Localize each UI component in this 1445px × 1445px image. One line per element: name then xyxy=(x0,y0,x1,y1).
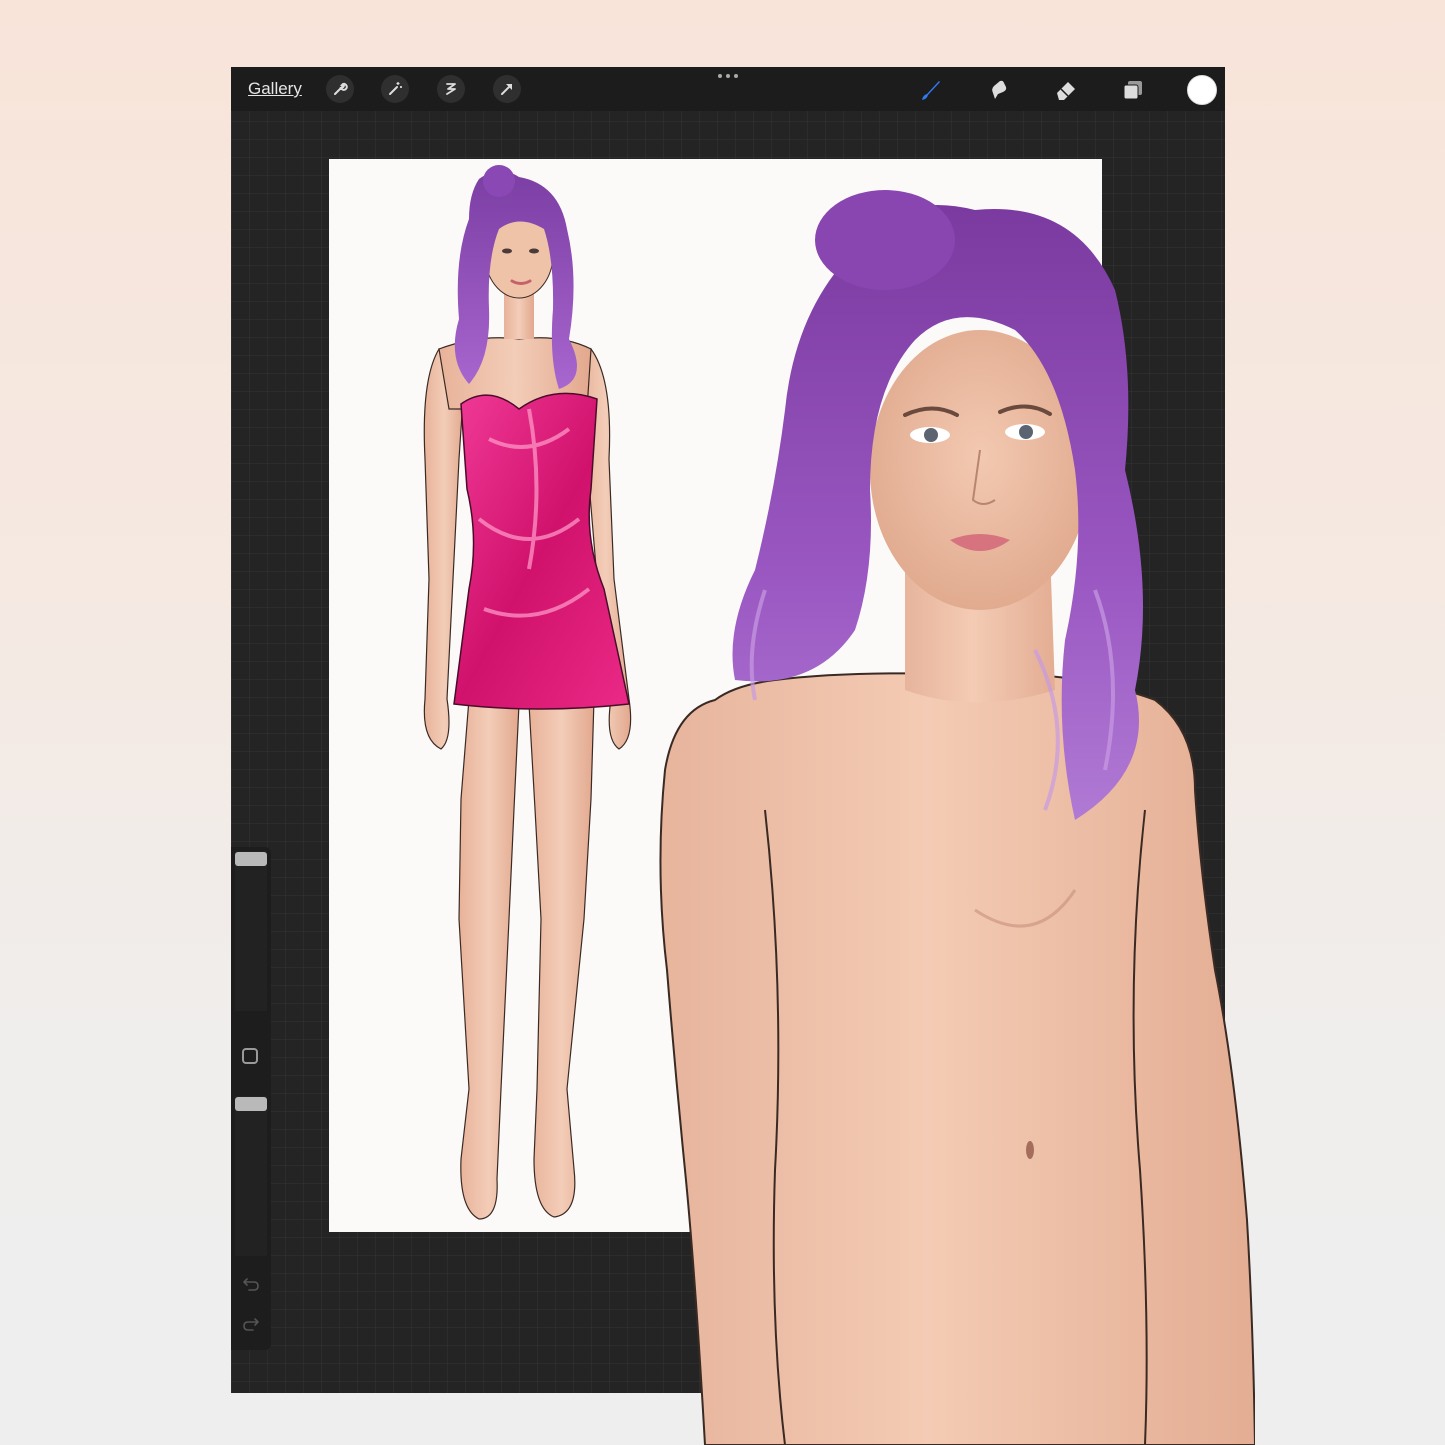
redo-arrow-icon[interactable] xyxy=(242,1315,260,1333)
color-picker-swatch[interactable] xyxy=(1187,75,1217,105)
magic-wand-icon[interactable] xyxy=(381,75,409,103)
layers-icon[interactable] xyxy=(1119,76,1147,104)
brush-size-slider[interactable] xyxy=(235,851,267,1011)
left-sidebar xyxy=(231,847,271,1350)
smudge-icon[interactable] xyxy=(984,76,1012,104)
selection-icon[interactable] xyxy=(437,75,465,103)
eraser-icon[interactable] xyxy=(1052,76,1080,104)
wrench-icon[interactable] xyxy=(326,75,354,103)
opacity-thumb[interactable] xyxy=(235,1097,267,1111)
square-icon[interactable] xyxy=(242,1048,258,1064)
undo-arrow-icon[interactable] xyxy=(242,1275,260,1293)
closeup-figure-illustration xyxy=(659,190,1255,1445)
opacity-slider[interactable] xyxy=(235,1096,267,1256)
gallery-button[interactable]: Gallery xyxy=(248,79,302,99)
brush-icon[interactable] xyxy=(917,76,945,104)
transform-arrow-icon[interactable] xyxy=(493,75,521,103)
top-toolbar: Gallery xyxy=(231,67,1225,111)
brush-size-thumb[interactable] xyxy=(235,852,267,866)
more-dots-icon[interactable] xyxy=(717,71,739,81)
